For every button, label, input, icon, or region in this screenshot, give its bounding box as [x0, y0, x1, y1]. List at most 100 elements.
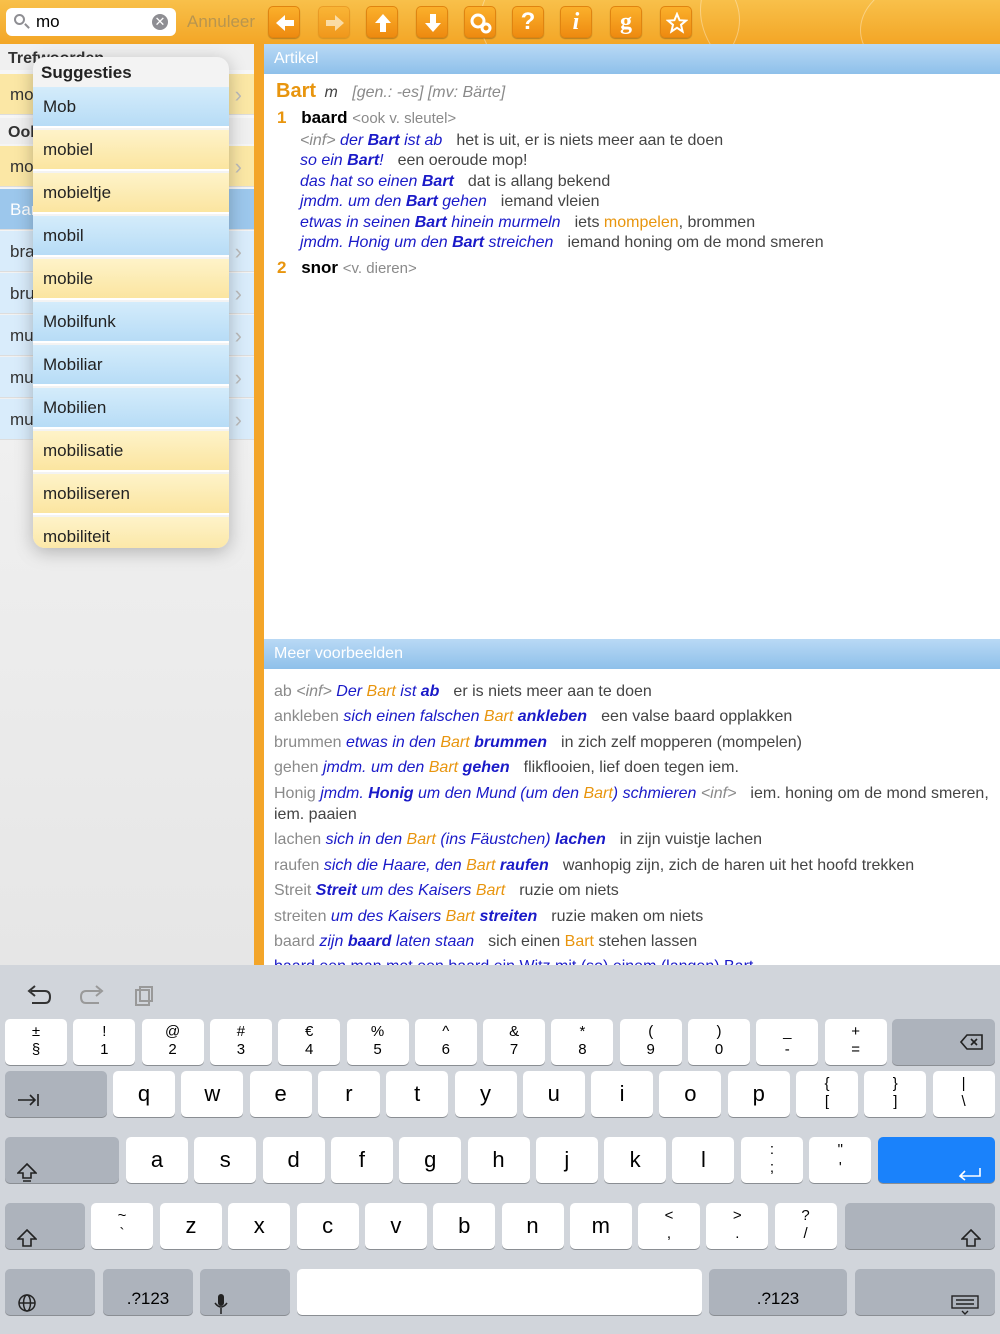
example-translation: een oeroude mop! [397, 152, 528, 169]
numbers-key[interactable]: .?123 [103, 1269, 193, 1315]
shift-right-key[interactable] [845, 1203, 995, 1249]
redo-icon[interactable] [79, 985, 105, 1007]
key-bracket-0[interactable]: {[ [796, 1071, 858, 1117]
key-6[interactable]: ^ 6 [414, 1019, 477, 1065]
key-b[interactable]: b [433, 1203, 496, 1249]
hide-keyboard-key[interactable] [855, 1269, 995, 1315]
info-button[interactable]: i [560, 6, 592, 38]
space-key[interactable] [297, 1269, 702, 1315]
pane-divider [254, 44, 264, 966]
suggestion-item[interactable]: mobieltje [33, 173, 229, 214]
translation-link[interactable]: mompelen [604, 214, 679, 231]
help-button[interactable]: ? [512, 6, 544, 38]
dictation-key[interactable] [200, 1269, 290, 1315]
favorites-button[interactable] [660, 6, 692, 38]
search-input[interactable]: mo ✕ [6, 8, 176, 36]
example-translation: ruzie om niets [519, 882, 619, 899]
key-punct-0[interactable]: :; [741, 1137, 803, 1183]
key-m[interactable]: m [569, 1203, 632, 1249]
delete-key[interactable] [892, 1019, 995, 1065]
key-j[interactable]: j [535, 1137, 598, 1183]
paste-icon[interactable] [133, 985, 155, 1007]
key-angle-0[interactable]: <, [638, 1203, 700, 1249]
key-y[interactable]: y [454, 1071, 517, 1117]
key-c[interactable]: c [296, 1203, 359, 1249]
key-8[interactable]: * 8 [551, 1019, 614, 1065]
key-bracket-2[interactable]: | \ [932, 1071, 995, 1117]
key-v[interactable]: v [364, 1203, 427, 1249]
suggestion-item[interactable]: mobiel [33, 130, 229, 171]
key-p[interactable]: p [727, 1071, 790, 1117]
example-keyword: Bart [452, 234, 485, 251]
suggestion-item[interactable]: Mob [33, 87, 229, 128]
key-o[interactable]: o [659, 1071, 722, 1117]
next-entry-button[interactable] [416, 6, 448, 38]
suggestion-item[interactable]: Mobilfunk [33, 302, 229, 343]
key-label: f [358, 1147, 365, 1172]
example-keyword: raufen [499, 857, 549, 874]
key-d[interactable]: d [262, 1137, 325, 1183]
key-i[interactable]: i [591, 1071, 654, 1117]
key-12[interactable]: + = [824, 1019, 887, 1065]
key-s[interactable]: s [194, 1137, 257, 1183]
key-label: 8 [578, 1041, 587, 1058]
key-tilde[interactable]: ~ ` [91, 1203, 153, 1249]
suggestion-item[interactable]: Mobiliar [33, 345, 229, 386]
google-button[interactable]: g [610, 6, 642, 38]
key-shift-label: ) [716, 1023, 722, 1040]
shift-left-key[interactable] [5, 1203, 85, 1249]
key-r[interactable]: r [317, 1071, 380, 1117]
key-z[interactable]: z [160, 1203, 222, 1249]
key-3[interactable]: #3 [209, 1019, 272, 1065]
tab-key[interactable] [5, 1071, 107, 1117]
key-q[interactable]: q [113, 1071, 175, 1117]
clear-search-icon[interactable]: ✕ [152, 14, 168, 30]
suggestion-item[interactable]: mobiliteit [33, 517, 229, 548]
settings-button[interactable] [464, 6, 496, 38]
suggestion-item[interactable]: mobiliseren [33, 474, 229, 515]
key-9[interactable]: (9 [619, 1019, 682, 1065]
key-w[interactable]: w [181, 1071, 244, 1117]
example-keyword: baard [347, 933, 392, 950]
key-angle-2[interactable]: ? / [774, 1203, 837, 1249]
key-e[interactable]: e [249, 1071, 312, 1117]
key-k[interactable]: k [604, 1137, 667, 1183]
numbers-key-right[interactable]: .?123 [709, 1269, 847, 1315]
undo-icon[interactable] [26, 985, 52, 1007]
return-key[interactable] [878, 1137, 995, 1183]
forward-button[interactable] [318, 6, 350, 38]
key-2[interactable]: @2 [141, 1019, 204, 1065]
key-0[interactable]: ± § [5, 1019, 67, 1065]
cancel-button[interactable]: Annuleer [187, 12, 255, 32]
previous-entry-button[interactable] [366, 6, 398, 38]
back-button[interactable] [268, 6, 300, 38]
key-t[interactable]: t [386, 1071, 449, 1117]
caps-lock-key[interactable] [5, 1137, 119, 1183]
key-h[interactable]: h [467, 1137, 530, 1183]
key-7[interactable]: & 7 [483, 1019, 546, 1065]
key-10[interactable]: ) 0 [688, 1019, 750, 1065]
suggestion-item[interactable]: Mobilien [33, 388, 229, 429]
example-text: der [335, 132, 368, 149]
suggestion-item[interactable]: mobilisatie [33, 431, 229, 472]
globe-key[interactable] [5, 1269, 95, 1315]
key-punct-1[interactable]: " ' [809, 1137, 872, 1183]
key-g[interactable]: g [399, 1137, 462, 1183]
key-u[interactable]: u [522, 1071, 585, 1117]
key-1[interactable]: ! 1 [73, 1019, 136, 1065]
key-angle-1[interactable]: >. [706, 1203, 769, 1249]
key-bracket-1[interactable]: }] [864, 1071, 927, 1117]
suggestion-item[interactable]: mobile [33, 259, 229, 300]
suggestion-item[interactable]: mobil [33, 216, 229, 257]
key-l[interactable]: l [672, 1137, 735, 1183]
key-5[interactable]: % 5 [346, 1019, 409, 1065]
key-11[interactable]: _ - [756, 1019, 819, 1065]
search-value[interactable]: mo [36, 12, 60, 32]
key-f[interactable]: f [330, 1137, 393, 1183]
key-4[interactable]: €4 [278, 1019, 341, 1065]
key-label: h [492, 1147, 505, 1172]
key-x[interactable]: x [228, 1203, 291, 1249]
key-n[interactable]: n [501, 1203, 564, 1249]
key-a[interactable]: a [126, 1137, 188, 1183]
translation-link[interactable]: Bart [565, 933, 594, 950]
